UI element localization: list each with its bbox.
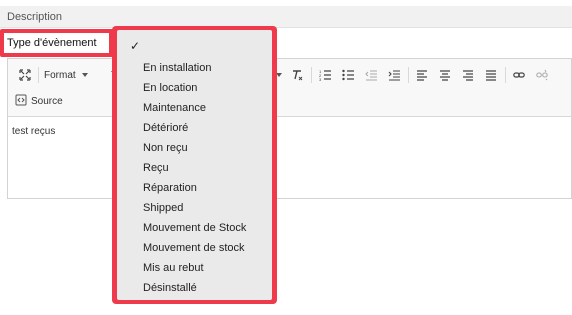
dropdown-option[interactable]: Maintenance (143, 99, 206, 117)
editor-content[interactable]: test reçus (12, 126, 55, 137)
dropdown-option[interactable]: Reçu (143, 159, 169, 177)
event-type-dropdown-highlight: ✓ En installation En location Maintenanc… (112, 26, 277, 304)
numbered-list-icon[interactable]: 123 (317, 67, 333, 83)
dropdown-option[interactable]: Désinstallé (143, 279, 197, 297)
format-dropdown[interactable]: Format (44, 66, 88, 84)
decrease-indent-icon[interactable] (363, 67, 379, 83)
format-label: Format (44, 69, 76, 81)
align-center-icon[interactable] (437, 67, 453, 83)
source-icon (15, 94, 27, 109)
description-label: Description (7, 11, 63, 23)
dropdown-option[interactable]: Mis au rebut (143, 259, 204, 277)
align-justify-icon[interactable] (483, 67, 499, 83)
dropdown-option[interactable]: Mouvement de stock (143, 239, 245, 257)
unlink-icon[interactable] (534, 67, 550, 83)
toolbar-separator (311, 67, 312, 83)
align-left-icon[interactable] (414, 67, 430, 83)
dropdown-option[interactable]: En location (143, 79, 197, 97)
remove-format-icon[interactable] (289, 67, 305, 83)
check-icon: ✓ (130, 39, 141, 53)
link-icon[interactable] (511, 67, 527, 83)
maximize-icon[interactable] (17, 67, 33, 83)
toolbar-separator (408, 67, 409, 83)
svg-text:3: 3 (319, 77, 322, 81)
description-header: Description (0, 6, 572, 28)
align-right-icon[interactable] (460, 67, 476, 83)
toolbar-separator (505, 67, 506, 83)
type-field[interactable]: Type d'évènement (4, 33, 109, 53)
event-type-dropdown[interactable]: ✓ En installation En location Maintenanc… (117, 30, 272, 300)
editor-toolbar: Format T 123 (8, 59, 571, 117)
increase-indent-icon[interactable] (386, 67, 402, 83)
dropdown-option[interactable]: Shipped (143, 199, 183, 217)
type-field-label: Type d'évènement (7, 37, 97, 49)
source-button[interactable]: Source (15, 92, 63, 110)
chevron-down-icon (81, 73, 88, 77)
toolbar-separator (38, 67, 39, 83)
dropdown-option[interactable]: En installation (143, 59, 212, 77)
rich-text-editor[interactable]: Format T 123 (7, 58, 572, 199)
dropdown-option[interactable]: Non reçu (143, 139, 188, 157)
bullet-list-icon[interactable] (340, 67, 356, 83)
dropdown-option[interactable]: Détérioré (143, 119, 188, 137)
source-label: Source (31, 95, 63, 107)
dropdown-option[interactable]: Mouvement de Stock (143, 219, 246, 237)
type-field-highlight: Type d'évènement (0, 29, 114, 57)
dropdown-option[interactable]: Réparation (143, 179, 197, 197)
